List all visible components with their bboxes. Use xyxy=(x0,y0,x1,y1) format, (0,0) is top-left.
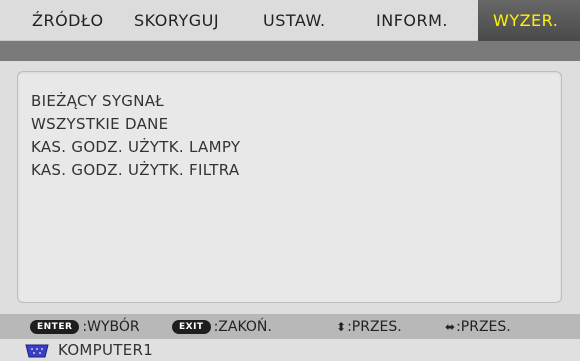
hint-enter-text: :WYBÓR xyxy=(82,318,140,335)
key-hint-bar: ENTER :WYBÓR EXIT :ZAKOŃ. ⬍ :PRZES. ⬌ :P… xyxy=(0,314,580,339)
hint-updown-text: :PRZES. xyxy=(347,318,402,335)
hint-leftright-move: ⬌ :PRZES. xyxy=(445,314,511,339)
tab-adjust[interactable]: SKORYGUJ xyxy=(134,0,219,41)
reset-options-panel: BIEŻĄCY SYGNAŁ WSZYSTKIE DANE KAS. GODZ.… xyxy=(17,71,562,303)
menu-item-clear-filter-hours[interactable]: KAS. GODZ. UŻYTK. FILTRA xyxy=(31,161,239,179)
tab-source[interactable]: ŹRÓDŁO xyxy=(32,0,104,41)
hint-enter-select: ENTER :WYBÓR xyxy=(30,314,140,339)
submenu-header-bar xyxy=(0,41,580,61)
tab-reset[interactable]: WYZER. xyxy=(478,0,580,41)
vga-connector-icon xyxy=(24,343,50,358)
input-source-status: KOMPUTER1 xyxy=(0,339,580,361)
projector-osd-menu: ŹRÓDŁO SKORYGUJ USTAW. INFORM. WYZER. BI… xyxy=(0,0,580,361)
menu-tab-bar: ŹRÓDŁO SKORYGUJ USTAW. INFORM. WYZER. xyxy=(0,0,580,41)
input-source-label: KOMPUTER1 xyxy=(58,341,154,359)
hint-leftright-text: :PRZES. xyxy=(456,318,511,335)
enter-key-icon: ENTER xyxy=(30,319,80,334)
menu-item-clear-lamp-hours[interactable]: KAS. GODZ. UŻYTK. LAMPY xyxy=(31,138,240,156)
up-down-arrow-icon: ⬍ xyxy=(336,319,347,334)
menu-item-all-data[interactable]: WSZYSTKIE DANE xyxy=(31,115,168,133)
menu-item-current-signal[interactable]: BIEŻĄCY SYGNAŁ xyxy=(31,92,164,110)
hint-exit-close: EXIT :ZAKOŃ. xyxy=(172,314,272,339)
hint-updown-move: ⬍ :PRZES. xyxy=(336,314,402,339)
tab-setup[interactable]: USTAW. xyxy=(263,0,326,41)
tab-info[interactable]: INFORM. xyxy=(376,0,448,41)
left-right-arrow-icon: ⬌ xyxy=(445,319,456,334)
menu-panel-area: BIEŻĄCY SYGNAŁ WSZYSTKIE DANE KAS. GODZ.… xyxy=(0,61,580,314)
hint-exit-text: :ZAKOŃ. xyxy=(213,318,272,335)
exit-key-icon: EXIT xyxy=(172,319,211,334)
